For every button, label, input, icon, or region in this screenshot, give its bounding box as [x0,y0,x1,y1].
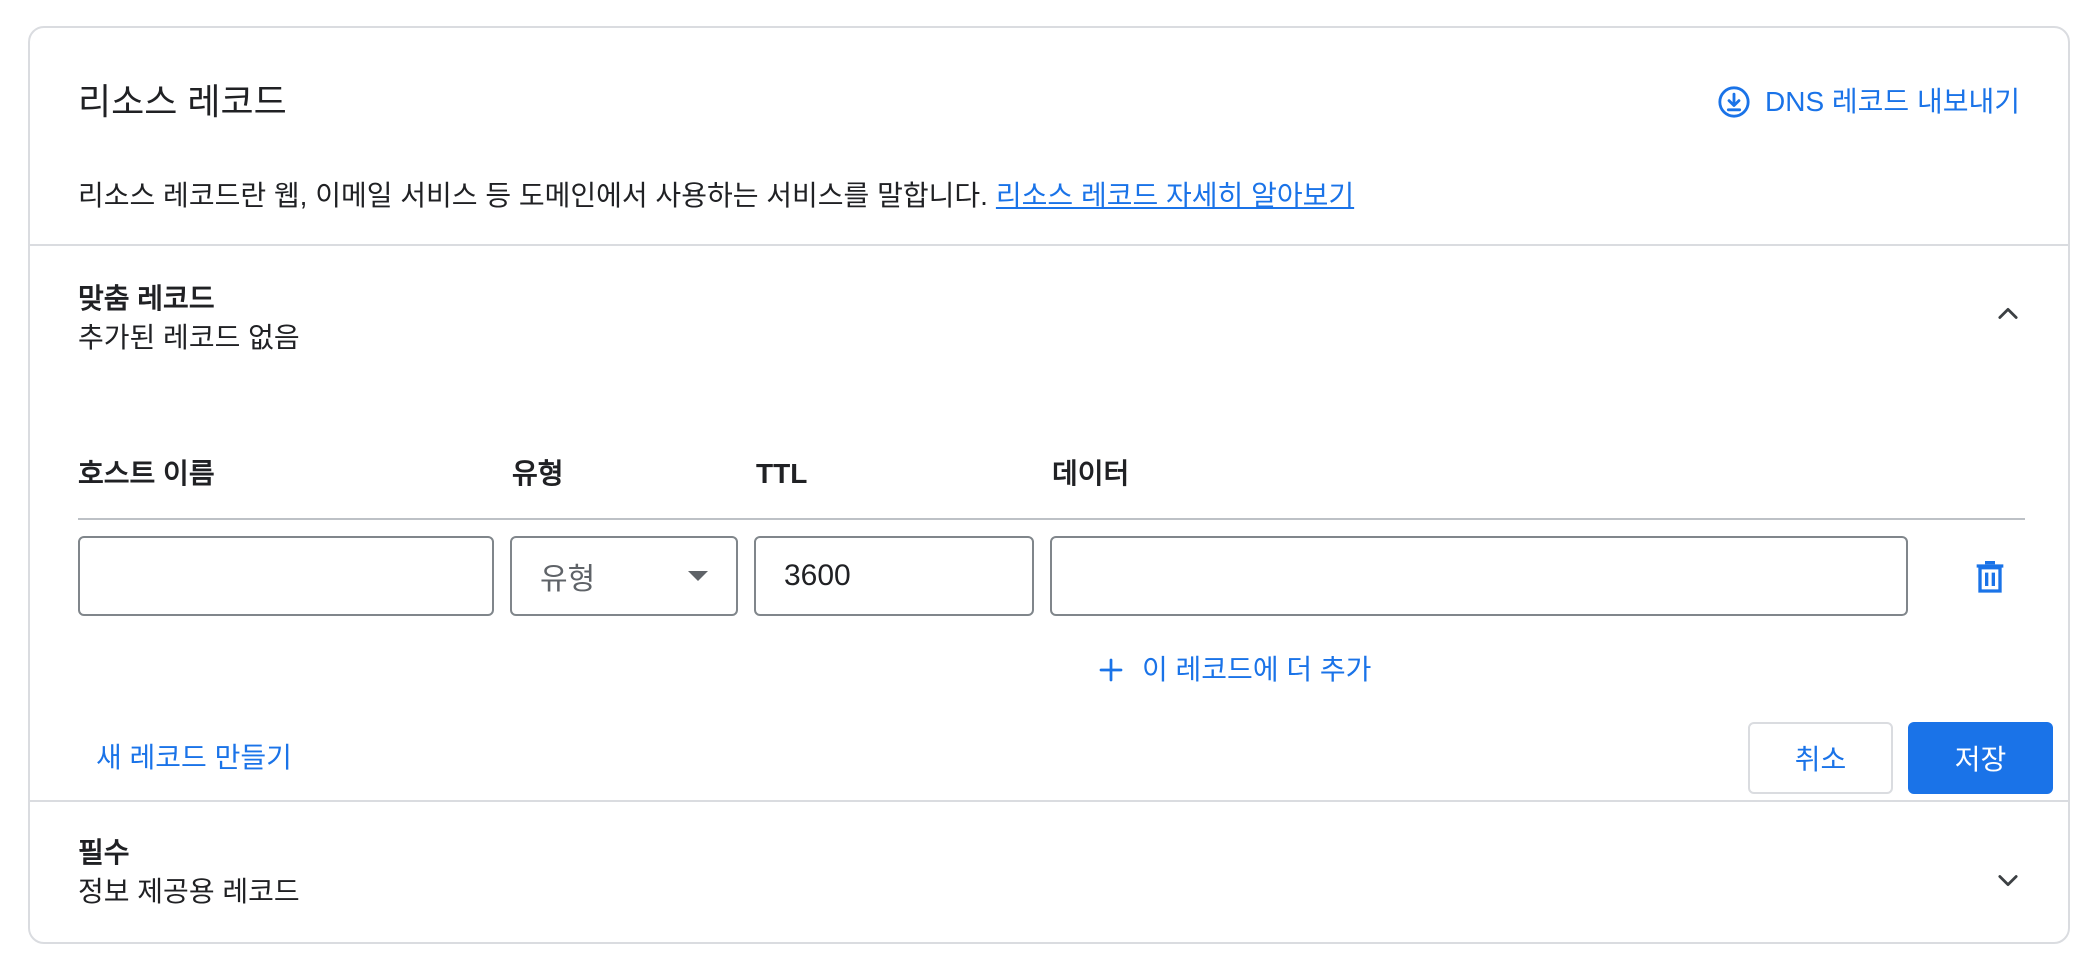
description-text: 리소스 레코드란 웹, 이메일 서비스 등 도메인에서 사용하는 서비스를 말합… [78,180,988,211]
custom-records-subtitle: 추가된 레코드 없음 [78,322,300,353]
expand-required-records-button[interactable] [1988,860,2028,900]
download-circle-icon [1718,86,1750,118]
delete-record-button[interactable] [1970,556,2010,596]
record-type-placeholder: 유형 [540,563,596,596]
add-more-label: 이 레코드에 더 추가 [1142,654,1372,685]
collapse-custom-records-button[interactable] [1988,294,2028,334]
plus-icon [1099,658,1123,682]
cancel-button[interactable]: 취소 [1748,722,1893,794]
column-header-rule [78,518,2025,520]
resource-records-card: 리소스 레코드 DNS 레코드 내보내기 리소스 레코드란 웹, 이메일 서비스… [28,26,2070,944]
learn-more-link[interactable]: 리소스 레코드 자세히 알아보기 [996,180,1354,211]
ttl-input[interactable] [754,536,1034,616]
divider [30,800,2068,802]
record-type-select[interactable]: 유형 [510,536,738,616]
export-dns-records-button[interactable]: DNS 레코드 내보내기 [1717,82,2020,122]
column-header-host: 호스트 이름 [78,458,215,489]
caret-down-icon [688,571,708,581]
trash-icon [1976,561,2004,593]
add-more-to-record-button[interactable]: 이 레코드에 더 추가 [1096,650,1371,690]
column-header-data: 데이터 [1052,458,1130,489]
data-input[interactable] [1050,536,1908,616]
export-label: DNS 레코드 내보내기 [1765,86,2020,117]
resource-records-header: 리소스 레코드 DNS 레코드 내보내기 리소스 레코드란 웹, 이메일 서비스… [30,28,2068,246]
chevron-up-icon [1998,307,2018,319]
column-header-type: 유형 [512,458,564,489]
divider [30,244,2068,246]
required-records-subtitle: 정보 제공용 레코드 [78,876,300,907]
page-title: 리소스 레코드 [78,81,287,122]
custom-records-heading: 맞춤 레코드 추가된 레코드 없음 [78,280,300,358]
chevron-down-icon [1998,875,2018,887]
column-header-ttl: TTL [756,458,808,489]
save-button[interactable]: 저장 [1908,722,2053,794]
create-new-record-button[interactable]: 새 레코드 만들기 [96,738,292,778]
custom-records-title: 맞춤 레코드 [78,283,215,314]
resource-records-description: 리소스 레코드란 웹, 이메일 서비스 등 도메인에서 사용하는 서비스를 말합… [78,176,1354,216]
host-name-input[interactable] [78,536,494,616]
required-records-heading: 필수 정보 제공용 레코드 [78,834,300,912]
required-records-title: 필수 [78,837,130,868]
